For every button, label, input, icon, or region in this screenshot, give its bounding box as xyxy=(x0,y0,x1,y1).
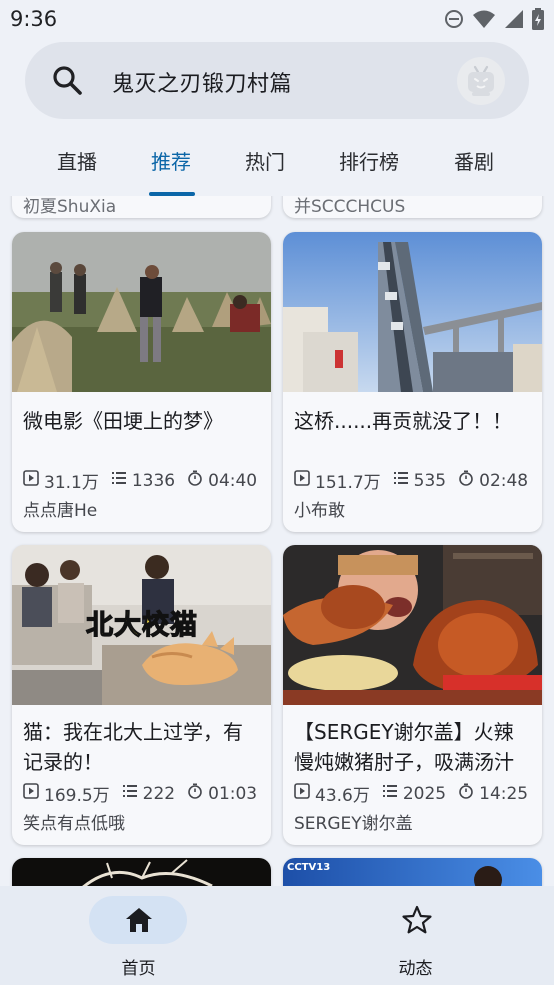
video-stats: 31.1万 1336 04:40 xyxy=(23,468,257,493)
danmaku-icon xyxy=(122,783,138,804)
star-icon[interactable] xyxy=(401,904,433,940)
video-thumbnail: 北大校猫 xyxy=(12,545,271,705)
play-count-icon xyxy=(294,783,310,804)
danmaku-icon xyxy=(111,470,127,491)
video-thumbnail xyxy=(12,858,271,886)
bottom-nav: 首页 动态 xyxy=(0,886,554,985)
video-thumbnail xyxy=(12,232,271,392)
timer-icon xyxy=(458,470,474,491)
video-thumbnail xyxy=(283,232,542,392)
timer-icon xyxy=(187,470,203,491)
timer-icon xyxy=(458,783,474,804)
video-author: 初夏ShuXia xyxy=(23,197,117,217)
duration: 02:48 xyxy=(479,470,529,491)
avatar[interactable] xyxy=(457,57,505,105)
search-bar[interactable]: 鬼灭之刃锻刀村篇 xyxy=(25,42,529,119)
nav-label-home: 首页 xyxy=(121,959,156,979)
signal-icon xyxy=(504,9,524,33)
danmaku-icon xyxy=(393,470,409,491)
video-feed[interactable]: 初夏ShuXia 并SCCCHCUS 微电影《田埂上的梦》 31.1万 1336… xyxy=(0,196,554,886)
view-count: 169.5万 xyxy=(44,786,110,806)
video-author[interactable]: 点点唐He xyxy=(23,496,97,521)
search-icon[interactable] xyxy=(51,64,83,100)
danmaku-count: 2025 xyxy=(402,783,447,804)
video-title: 这桥......再贡就没了！！ xyxy=(294,409,513,433)
view-count: 151.7万 xyxy=(315,473,381,493)
tab-bangumi[interactable]: 番剧 xyxy=(454,146,494,175)
status-icons xyxy=(444,8,544,34)
video-card[interactable]: 微电影《田埂上的梦》 31.1万 1336 04:40 点点唐He xyxy=(12,232,271,532)
video-card[interactable]: 北大校猫 猫：我在北大上过学，有记录的！ 169.5万 222 01:03 笑点… xyxy=(12,545,271,845)
status-time: 9:36 xyxy=(10,7,58,31)
danmaku-count: 222 xyxy=(142,783,176,804)
bilibili-tv-icon xyxy=(468,65,494,96)
nav-label-dynamic: 动态 xyxy=(398,959,433,979)
video-author[interactable]: 笑点有点低哦 xyxy=(23,809,125,834)
duration: 01:03 xyxy=(208,783,258,804)
video-card[interactable]: 【SERGEY谢尔盖】火辣慢炖嫩猪肘子，吸满汤汁 43.6万 2025 14:2… xyxy=(283,545,542,845)
danmaku-icon xyxy=(382,783,398,804)
status-bar: 9:36 xyxy=(0,0,554,38)
video-stats: 169.5万 222 01:03 xyxy=(23,781,257,806)
timer-icon xyxy=(187,783,203,804)
video-thumbnail xyxy=(283,545,542,705)
view-count: 43.6万 xyxy=(315,786,370,806)
tab-ranking[interactable]: 排行榜 xyxy=(339,146,399,175)
nav-item-dynamic[interactable]: 动态 xyxy=(277,886,554,985)
video-author[interactable]: SERGEY谢尔盖 xyxy=(294,809,413,834)
battery-icon xyxy=(532,8,544,34)
channel-logo: CCTV13 xyxy=(287,862,331,873)
view-count: 31.1万 xyxy=(44,473,99,493)
video-card-partial[interactable]: 初夏ShuXia xyxy=(12,196,271,218)
tab-recommend[interactable]: 推荐 xyxy=(151,146,191,175)
play-count-icon xyxy=(23,470,39,491)
duration: 14:25 xyxy=(479,783,529,804)
do-not-disturb-icon xyxy=(444,9,464,33)
video-title: 猫：我在北大上过学，有记录的！ xyxy=(23,720,243,774)
danmaku-count: 535 xyxy=(413,470,447,491)
video-card-partial[interactable]: 并SCCCHCUS xyxy=(283,196,542,218)
nav-item-home[interactable]: 首页 xyxy=(0,886,277,985)
video-title: 【SERGEY谢尔盖】火辣慢炖嫩猪肘子，吸满汤汁 xyxy=(294,720,514,774)
danmaku-count: 1336 xyxy=(131,470,176,491)
tab-hot[interactable]: 热门 xyxy=(245,146,285,175)
home-icon[interactable] xyxy=(124,906,154,938)
duration: 04:40 xyxy=(208,470,258,491)
play-count-icon xyxy=(23,783,39,804)
search-query[interactable]: 鬼灭之刃锻刀村篇 xyxy=(112,66,292,98)
wifi-icon xyxy=(472,9,496,33)
tab-bar: 直播 推荐 热门 排行榜 番剧 xyxy=(0,128,554,196)
video-author[interactable]: 小布敢 xyxy=(294,496,345,521)
video-card-partial[interactable] xyxy=(12,858,271,886)
video-card-partial[interactable]: CCTV13 xyxy=(283,858,542,886)
video-card[interactable]: 这桥......再贡就没了！！ 151.7万 535 02:48 小布敢 xyxy=(283,232,542,532)
video-stats: 43.6万 2025 14:25 xyxy=(294,781,528,806)
tab-live[interactable]: 直播 xyxy=(57,146,97,175)
video-stats: 151.7万 535 02:48 xyxy=(294,468,528,493)
thumbnail-caption: 北大校猫 xyxy=(85,609,198,641)
play-count-icon xyxy=(294,470,310,491)
video-author: 并SCCCHCUS xyxy=(294,197,406,217)
video-title: 微电影《田埂上的梦》 xyxy=(23,409,223,433)
